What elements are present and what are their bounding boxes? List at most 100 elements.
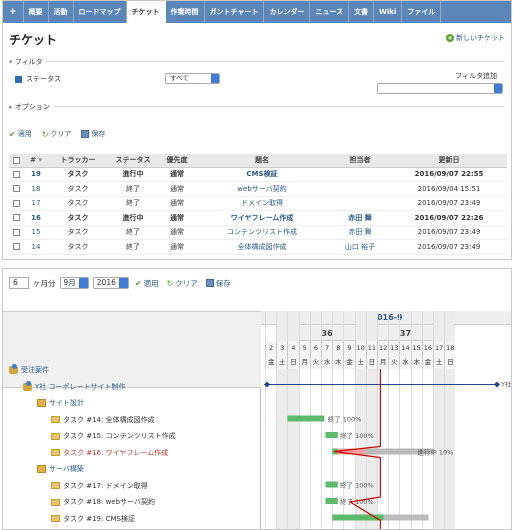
gantt-clear-button[interactable]: ↻ クリア — [167, 278, 198, 289]
col-status[interactable]: ステータス — [107, 154, 159, 168]
new-issue-link[interactable]: + 新しいチケット — [446, 33, 505, 43]
gantt-row-label[interactable]: Y社 コーポレートサイト制作 — [35, 382, 126, 392]
new-issue-label: 新しいチケット — [456, 34, 505, 42]
row-checkbox-cell[interactable] — [9, 167, 23, 182]
status-operator-select[interactable]: すべて — [165, 73, 220, 84]
row-checkbox-cell[interactable] — [9, 210, 23, 226]
task-bar[interactable] — [287, 415, 325, 422]
row-checkbox-cell[interactable] — [9, 239, 23, 255]
issue-assignee[interactable]: 山口 裕子 — [329, 239, 391, 255]
gantt-task-row[interactable]: タスク #18: webサーバ契約 — [51, 494, 155, 510]
row-checkbox-cell[interactable] — [9, 181, 23, 197]
gantt-task-row[interactable]: タスク #16: ワイヤフレーム作成 — [51, 445, 168, 461]
col-priority[interactable]: 優先度 — [159, 154, 195, 168]
issue-id[interactable]: 14 — [23, 239, 49, 255]
col-id[interactable]: # ▾ — [23, 154, 49, 168]
issue-subject[interactable]: CMS検証 — [195, 167, 329, 182]
issue-id[interactable]: 15 — [23, 225, 49, 240]
gantt-version-row[interactable]: サイト設計 — [37, 395, 84, 411]
add-filter-select[interactable] — [377, 83, 503, 94]
select-all-checkbox-cell[interactable] — [9, 154, 23, 168]
select-all-checkbox[interactable] — [12, 156, 20, 164]
clear-button[interactable]: ↻ クリア — [42, 129, 72, 139]
save-button[interactable]: 保存 — [81, 129, 105, 139]
gantt-row-label[interactable]: サイト設計 — [49, 398, 84, 408]
table-row[interactable]: 18 タスク 終了 通常 webサーバ契約 2016/09/04 15:51 — [9, 181, 507, 197]
issue-subject[interactable]: ドメイン取得 — [195, 196, 329, 211]
gantt-row-label[interactable]: タスク #17: ドメイン取得 — [63, 481, 148, 491]
gantt-row-label[interactable]: タスク #18: webサーバ契約 — [63, 497, 155, 507]
row-checkbox[interactable] — [12, 214, 20, 222]
issue-id[interactable]: 18 — [23, 181, 49, 197]
gantt-row-label[interactable]: タスク #16: ワイヤフレーム作成 — [63, 448, 168, 458]
tab-roadmap[interactable]: ロードマップ — [74, 1, 127, 23]
tab-issues[interactable]: チケット — [126, 1, 166, 23]
issue-assignee[interactable]: 赤田 舞 — [329, 225, 391, 240]
issue-subject[interactable]: 全体構成図作成 — [195, 239, 329, 255]
row-checkbox[interactable] — [12, 185, 20, 193]
col-updated[interactable]: 更新日 — [391, 154, 507, 168]
tab-calendar[interactable]: カレンダー — [264, 1, 311, 23]
task-bar[interactable] — [325, 432, 338, 438]
row-checkbox[interactable] — [12, 243, 20, 251]
col-tracker[interactable]: トラッカー — [49, 154, 107, 168]
table-row[interactable]: 17 タスク 終了 通常 ドメイン取得 2016/09/07 23:49 — [9, 196, 507, 211]
options-legend[interactable]: ▸ オプション — [9, 102, 53, 112]
task-bar[interactable] — [325, 481, 338, 488]
table-row[interactable]: 19 タスク 進行中 通常 CMS検証 2016/09/07 22:55 — [9, 167, 507, 182]
gantt-save-button[interactable]: 保存 — [205, 278, 231, 289]
table-row[interactable]: 15 タスク 終了 通常 コンテンツリスト作成 赤田 舞 2016/09/07 23:49 — [9, 225, 507, 240]
col-assignee[interactable]: 担当者 — [329, 154, 391, 168]
gantt-project-row[interactable]: 受注案件 — [9, 362, 49, 378]
gantt-version-row[interactable]: サーバ構築 — [37, 461, 84, 477]
tab-news[interactable]: ニュース — [310, 1, 350, 23]
gantt-row-label[interactable]: タスク #15: コンテンツリスト作成 — [63, 431, 176, 441]
issue-subject[interactable]: コンテンツリスト作成 — [195, 225, 329, 240]
issue-id[interactable]: 19 — [23, 167, 49, 182]
filters-legend[interactable]: ▾ フィルタ — [9, 57, 46, 67]
row-checkbox-cell[interactable] — [9, 225, 23, 240]
table-row[interactable]: 14 タスク 終了 通常 全体構成図作成 山口 裕子 2016/09/07 23:49 — [9, 239, 507, 255]
gantt-task-row[interactable]: タスク #19: CMS検証 — [51, 511, 135, 527]
tab-overview[interactable]: 概要 — [24, 1, 49, 23]
status-filter-checkbox[interactable] — [15, 75, 22, 83]
year-select[interactable]: 2016 — [92, 277, 129, 289]
row-checkbox[interactable] — [12, 170, 20, 178]
issue-assignee[interactable] — [329, 196, 391, 211]
tab-documents[interactable]: 文書 — [349, 1, 375, 23]
tab-time-entries[interactable]: 作業時間 — [166, 1, 205, 23]
issue-assignee[interactable] — [329, 181, 391, 197]
issue-id[interactable]: 16 — [23, 210, 49, 226]
tab-wiki[interactable]: Wiki — [374, 1, 403, 23]
gantt-task-row[interactable]: タスク #14: 全体構成図作成 — [51, 412, 155, 428]
row-checkbox-cell[interactable] — [9, 196, 23, 211]
task-bar-remaining[interactable] — [383, 514, 429, 521]
row-checkbox[interactable] — [12, 199, 20, 207]
tab-activity[interactable]: 活動 — [49, 1, 74, 23]
filters-legend-label: フィルタ — [14, 58, 43, 66]
gantt-project-row[interactable]: Y社 コーポレートサイト制作 — [23, 379, 126, 395]
tab-files[interactable]: ファイル — [402, 1, 442, 23]
gantt-apply-button[interactable]: ✔ 適用 — [135, 278, 159, 289]
issue-subject[interactable]: ワイヤフレーム作成 — [195, 210, 329, 226]
gantt-row-label[interactable]: タスク #19: CMS検証 — [63, 514, 135, 524]
gantt-task-row[interactable]: タスク #15: コンテンツリスト作成 — [51, 428, 176, 444]
issue-id[interactable]: 17 — [23, 196, 49, 211]
col-subject[interactable]: 題名 — [195, 154, 329, 168]
task-bar[interactable] — [325, 498, 338, 504]
table-row[interactable]: 16 タスク 進行中 通常 ワイヤフレーム作成 赤田 舞 2016/09/07 22:26 — [9, 210, 507, 226]
month-select-value: 9月 — [63, 278, 76, 287]
issue-subject[interactable]: webサーバ契約 — [195, 181, 329, 197]
gantt-task-row[interactable]: タスク #17: ドメイン取得 — [51, 478, 148, 494]
apply-button[interactable]: ✔ 適用 — [9, 129, 32, 139]
months-input[interactable]: 6 — [9, 277, 29, 289]
issue-assignee[interactable] — [329, 167, 391, 182]
tab-gantt[interactable]: ガントチャート — [205, 1, 265, 23]
new-object-button[interactable]: + — [3, 1, 24, 23]
gantt-row-label[interactable]: サーバ構築 — [49, 464, 84, 474]
month-select[interactable]: 9月 — [59, 277, 89, 289]
issue-assignee[interactable]: 赤田 舞 — [329, 210, 391, 226]
gantt-row-label[interactable]: タスク #14: 全体構成図作成 — [63, 415, 155, 425]
gantt-row-label[interactable]: 受注案件 — [21, 365, 49, 375]
row-checkbox[interactable] — [12, 228, 20, 236]
